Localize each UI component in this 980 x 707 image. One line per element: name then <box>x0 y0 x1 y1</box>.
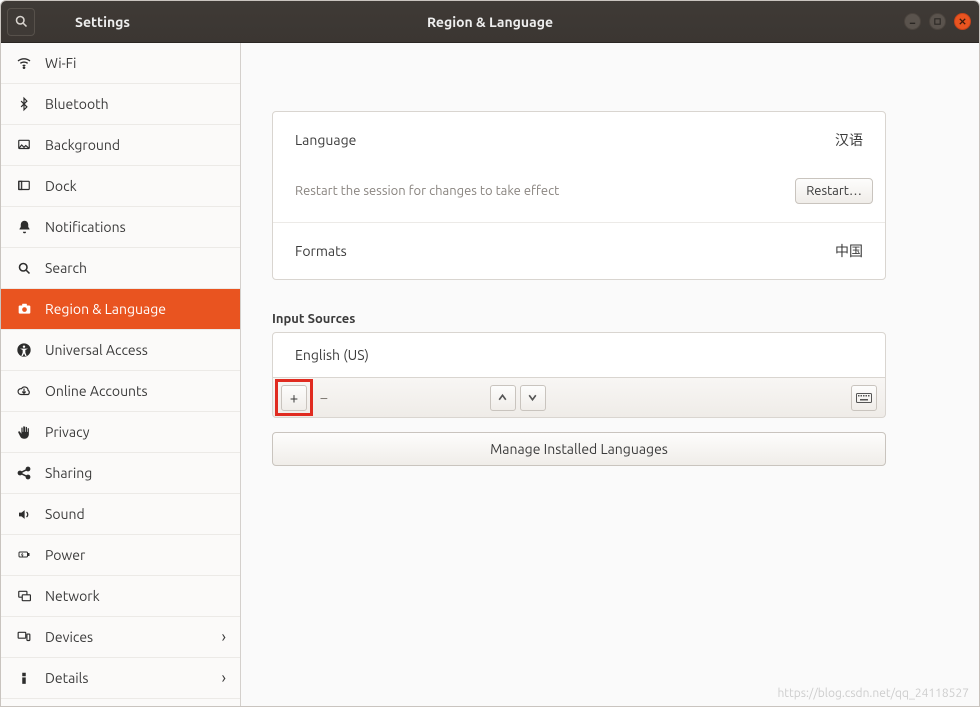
sidebar-item-privacy[interactable]: Privacy <box>1 412 240 453</box>
formats-label: Formats <box>295 243 347 259</box>
input-sources-toolbar: + − <box>272 378 886 418</box>
app-title: Settings <box>75 14 130 30</box>
accessibility-icon <box>15 342 33 358</box>
language-value: 汉语 <box>835 130 863 150</box>
sidebar-item-label: Network <box>45 588 100 604</box>
sidebar-item-universal[interactable]: Universal Access <box>1 330 240 371</box>
sidebar-item-label: Wi-Fi <box>45 55 76 71</box>
sidebar-item-label: Sharing <box>45 465 92 481</box>
battery-icon <box>15 549 33 561</box>
dock-icon <box>15 179 33 193</box>
sidebar-item-label: Universal Access <box>45 342 148 358</box>
search-button[interactable] <box>7 8 35 36</box>
close-button[interactable] <box>954 13 971 30</box>
sidebar-item-label: Power <box>45 547 85 563</box>
sidebar-item-details[interactable]: Details › <box>1 658 240 699</box>
sidebar-item-dock[interactable]: Dock <box>1 166 240 207</box>
formats-value: 中国 <box>835 241 863 261</box>
content-area: Language 汉语 Restart the session for chan… <box>241 43 979 706</box>
sidebar-item-label: Search <box>45 260 87 276</box>
sidebar-item-sharing[interactable]: Sharing <box>1 453 240 494</box>
sidebar-item-label: Background <box>45 137 120 153</box>
background-icon <box>15 138 33 152</box>
language-row[interactable]: Language 汉语 <box>273 112 885 168</box>
watermark: https://blog.csdn.net/qq_24118527 <box>777 687 969 700</box>
sidebar-item-search[interactable]: Search <box>1 248 240 289</box>
sidebar: Wi-Fi Bluetooth Background Dock Notification… <box>1 43 241 706</box>
sidebar-item-label: Notifications <box>45 219 126 235</box>
info-icon <box>15 670 33 686</box>
sidebar-item-sound[interactable]: Sound <box>1 494 240 535</box>
language-label: Language <box>295 132 356 148</box>
bell-icon <box>15 219 33 235</box>
chevron-right-icon: › <box>222 628 227 646</box>
formats-row[interactable]: Formats 中国 <box>273 223 885 279</box>
speaker-icon <box>15 507 33 522</box>
sidebar-item-label: Bluetooth <box>45 96 109 112</box>
chevron-right-icon: › <box>222 669 227 687</box>
sidebar-item-notifications[interactable]: Notifications <box>1 207 240 248</box>
input-source-item[interactable]: English (US) <box>273 333 885 377</box>
restart-row: Restart the session for changes to take … <box>273 168 885 222</box>
keyboard-layout-button[interactable] <box>851 385 877 411</box>
sidebar-item-background[interactable]: Background <box>1 125 240 166</box>
sidebar-item-label: Dock <box>45 178 77 194</box>
devices-icon <box>15 630 33 644</box>
camera-icon <box>15 302 33 316</box>
maximize-button[interactable] <box>929 13 946 30</box>
sidebar-item-label: Privacy <box>45 424 89 440</box>
sidebar-item-label: Online Accounts <box>45 383 148 399</box>
sidebar-item-label: Sound <box>45 506 85 522</box>
sidebar-item-label: Region & Language <box>45 301 166 317</box>
restart-hint: Restart the session for changes to take … <box>295 184 559 198</box>
input-sources-heading: Input Sources <box>272 312 886 326</box>
titlebar: Settings Region & Language <box>1 1 979 43</box>
minimize-button[interactable] <box>904 13 921 30</box>
sidebar-item-devices[interactable]: Devices › <box>1 617 240 658</box>
sidebar-item-label: Devices <box>45 629 93 645</box>
sidebar-item-bluetooth[interactable]: Bluetooth <box>1 84 240 125</box>
network-icon <box>15 589 33 603</box>
bluetooth-icon <box>15 96 33 112</box>
add-input-source-button[interactable]: + <box>281 385 307 411</box>
language-panel: Language 汉语 Restart the session for chan… <box>272 111 886 280</box>
wifi-icon <box>15 55 33 71</box>
sidebar-item-power[interactable]: Power <box>1 535 240 576</box>
page-title: Region & Language <box>427 14 553 30</box>
share-icon <box>15 465 33 481</box>
manage-languages-button[interactable]: Manage Installed Languages <box>272 432 886 466</box>
search-icon <box>15 261 33 276</box>
input-sources-list: English (US) <box>272 332 886 378</box>
sidebar-item-online[interactable]: Online Accounts <box>1 371 240 412</box>
remove-input-source-button[interactable]: − <box>311 385 337 411</box>
sidebar-item-wifi[interactable]: Wi-Fi <box>1 43 240 84</box>
sidebar-item-network[interactable]: Network <box>1 576 240 617</box>
cloud-icon <box>15 384 33 398</box>
sidebar-item-region[interactable]: Region & Language <box>1 289 240 330</box>
move-down-button[interactable] <box>520 385 546 411</box>
restart-button[interactable]: Restart… <box>795 178 873 204</box>
hand-icon <box>15 424 33 441</box>
sidebar-item-label: Details <box>45 670 88 686</box>
move-up-button[interactable] <box>490 385 516 411</box>
